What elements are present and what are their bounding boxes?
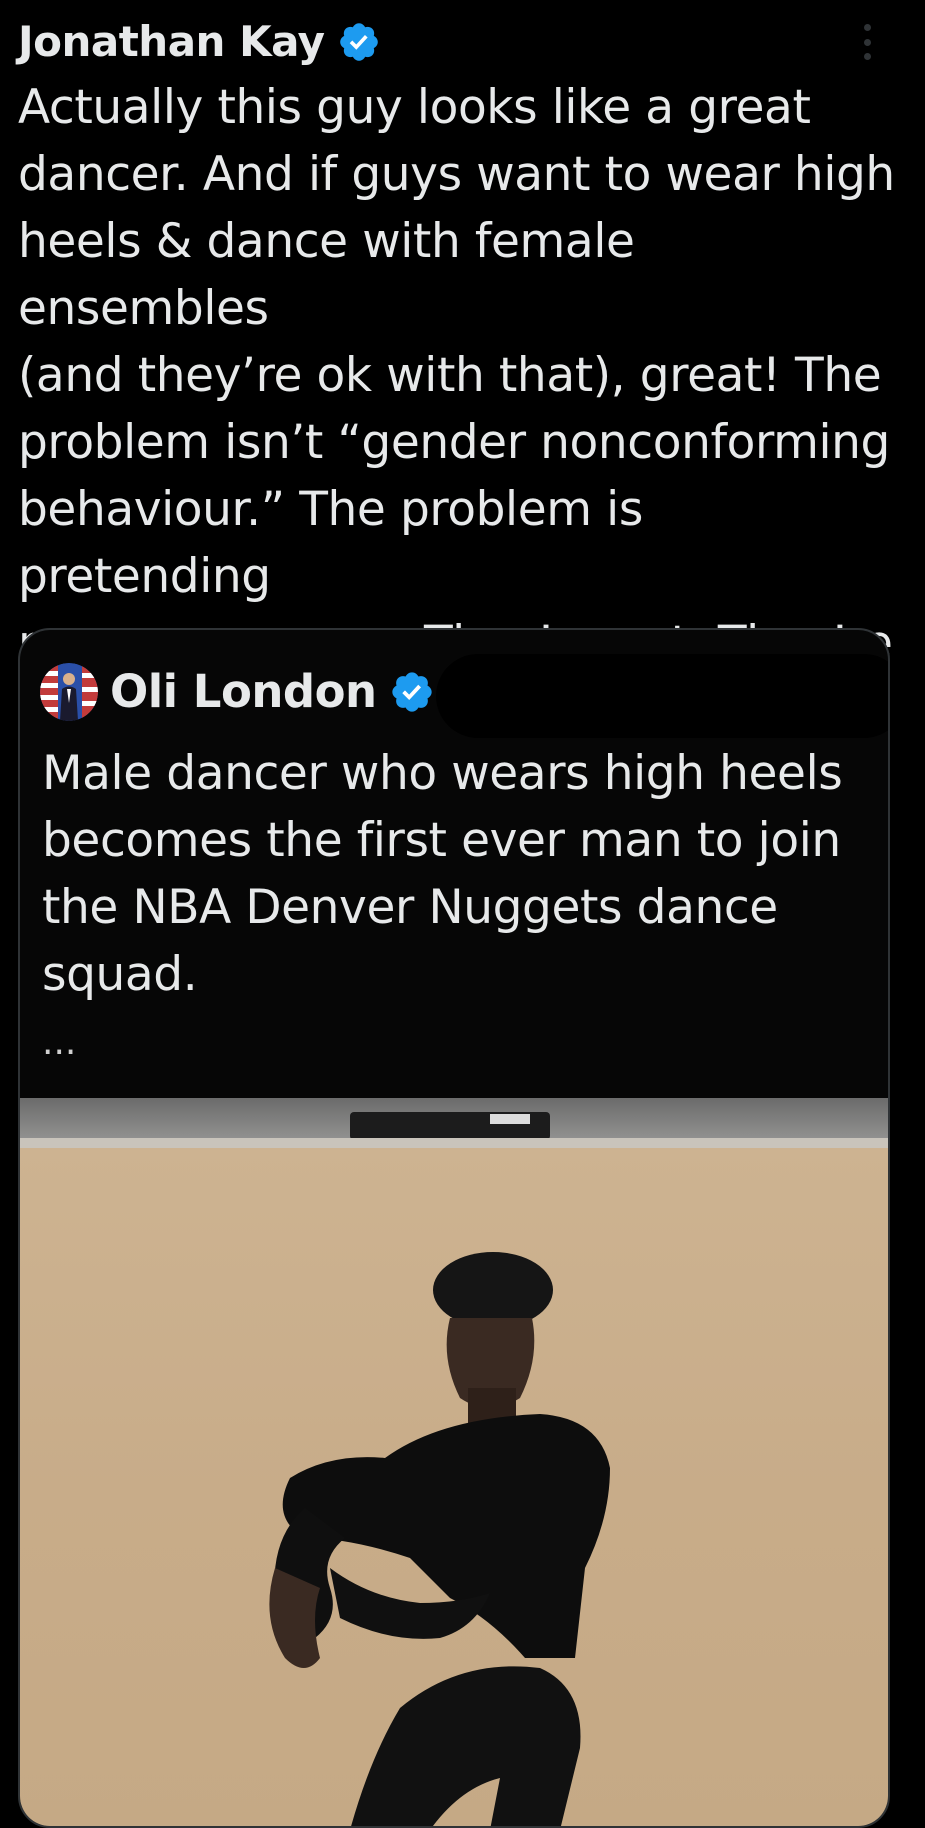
tweet-header: Jonathan Kay xyxy=(18,14,381,70)
truncation-ellipsis: ... xyxy=(42,1022,77,1063)
redaction-block xyxy=(398,6,848,72)
verified-badge-icon xyxy=(339,23,378,61)
quoted-author-name[interactable]: Oli London xyxy=(110,664,377,720)
author-name[interactable]: Jonathan Kay xyxy=(18,14,325,70)
dancer-image xyxy=(20,1098,888,1826)
avatar[interactable] xyxy=(40,663,98,721)
more-options-icon[interactable] xyxy=(855,20,879,64)
video-thumbnail[interactable] xyxy=(20,1098,888,1826)
verified-badge-icon xyxy=(391,672,432,712)
quoted-tweet-card[interactable]: Oli London Male dancer who wears high he… xyxy=(18,628,890,1828)
quoted-tweet-header: Oli London xyxy=(40,663,435,721)
redaction-block xyxy=(436,654,888,738)
quoted-tweet-text: Male dancer who wears high heels becomes… xyxy=(42,746,843,1002)
